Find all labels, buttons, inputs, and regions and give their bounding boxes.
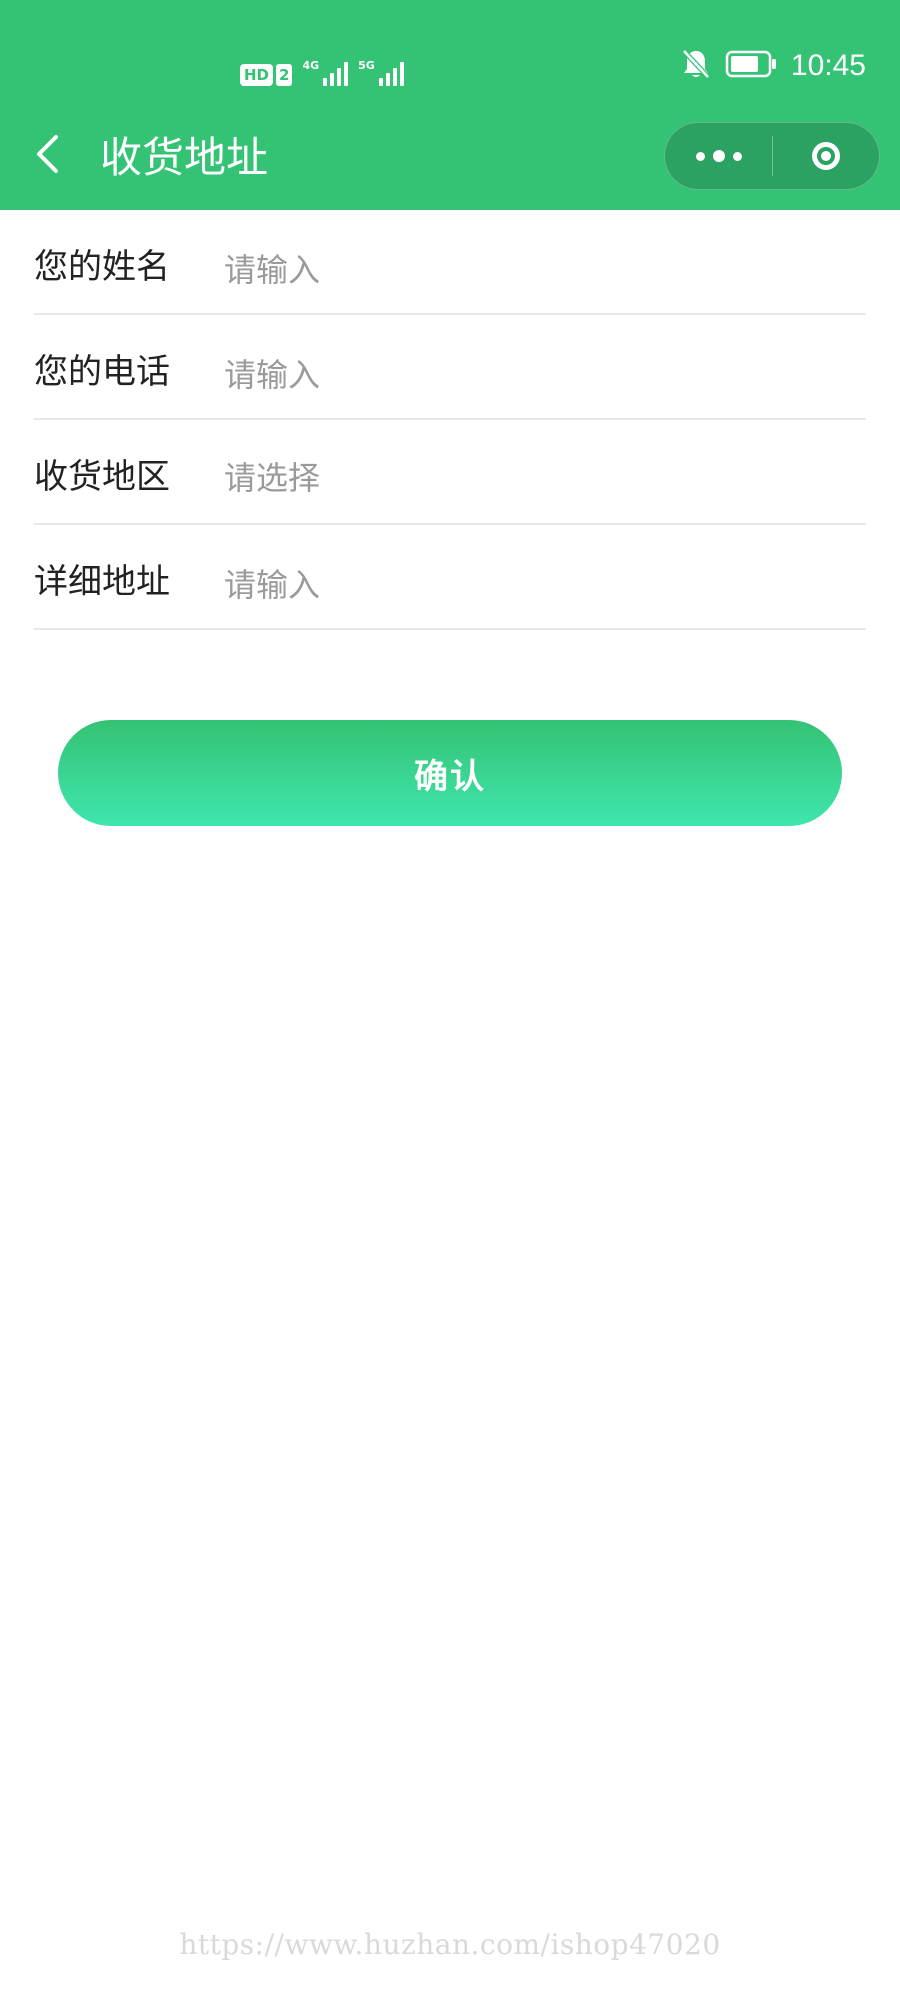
hd-sim-number: 2 xyxy=(276,64,293,86)
signal-bars-icon xyxy=(378,60,404,86)
chevron-left-icon[interactable] xyxy=(34,134,74,174)
app-header: HD 2 4G 5G 10:45 收货地址 xyxy=(0,0,900,210)
hd-label: HD xyxy=(240,64,274,86)
region-label: 收货地区 xyxy=(34,457,170,497)
status-bar-right: 10:45 xyxy=(681,46,866,86)
close-mini-program-button[interactable] xyxy=(773,123,879,189)
network-4g-label: 4G xyxy=(302,59,320,72)
region-picker[interactable]: 请选择 xyxy=(224,456,320,500)
more-dots-icon xyxy=(732,151,742,161)
status-time: 10:45 xyxy=(790,49,866,82)
page-title: 收货地址 xyxy=(100,133,269,182)
phone-label: 您的电话 xyxy=(34,352,170,392)
address-input[interactable] xyxy=(224,563,844,607)
name-label: 您的姓名 xyxy=(34,247,170,287)
mini-program-capsule xyxy=(664,122,880,190)
status-bar: HD 2 4G 5G 10:45 xyxy=(0,0,900,130)
form-row-phone: 您的电话 xyxy=(34,315,866,420)
more-button[interactable] xyxy=(665,123,772,189)
more-dots-icon xyxy=(712,150,725,162)
watermark: https://www.huzhan.com/ishop47020 xyxy=(179,1928,721,1961)
target-circle-icon xyxy=(812,142,840,170)
form-row-address: 详细地址 xyxy=(34,525,866,630)
bell-muted-icon xyxy=(681,48,711,84)
nav-bar: 收货地址 xyxy=(0,120,900,200)
more-dots-icon xyxy=(695,151,705,161)
status-bar-left: HD 2 4G 5G xyxy=(240,50,404,86)
phone-input[interactable] xyxy=(224,353,844,397)
form-row-region: 收货地区 请选择 xyxy=(34,420,866,525)
name-input[interactable] xyxy=(224,248,844,292)
network-5g-label: 5G xyxy=(358,59,375,72)
form-row-name: 您的姓名 xyxy=(34,210,866,315)
signal-bars-icon xyxy=(323,60,349,86)
address-form: 您的姓名 您的电话 收货地区 请选择 详细地址 xyxy=(34,210,866,630)
confirm-button[interactable]: 确认 xyxy=(58,720,842,826)
hd-voice-badge: HD 2 xyxy=(240,64,293,86)
network-5g: 5G xyxy=(358,60,404,86)
address-label: 详细地址 xyxy=(34,562,170,602)
battery-icon xyxy=(725,50,777,82)
network-4g: 4G xyxy=(302,59,349,86)
